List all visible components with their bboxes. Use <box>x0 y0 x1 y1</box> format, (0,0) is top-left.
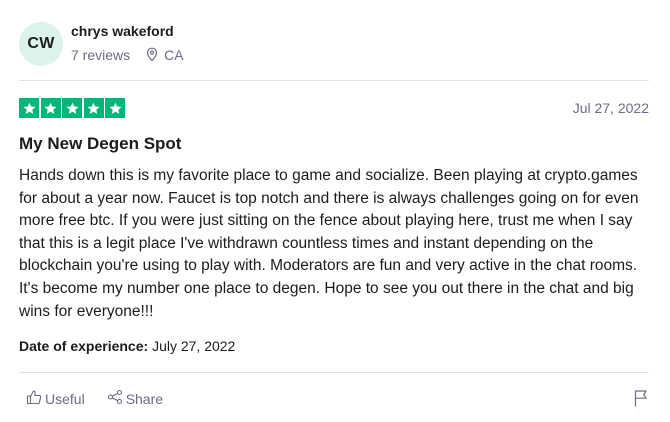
flag-icon[interactable] <box>633 389 649 412</box>
reviewer-name[interactable]: chrys wakeford <box>71 22 184 40</box>
star-icon <box>40 98 61 118</box>
reviewer-location: CA <box>164 46 184 63</box>
star-icon <box>62 98 82 118</box>
reviewer-meta: 7 reviews CA <box>71 46 184 64</box>
divider <box>19 372 649 373</box>
review-date: Jul 27, 2022 <box>572 100 649 116</box>
share-label: Share <box>125 390 164 407</box>
share-icon <box>107 389 126 408</box>
reviewer-info: chrys wakeford 7 reviews CA <box>71 22 184 64</box>
date-of-experience: Date of experience: July 27, 2022 <box>19 338 235 354</box>
star-icon <box>19 98 39 118</box>
share-button[interactable]: Share <box>107 389 163 408</box>
review-body: Hands down this is my favorite place to … <box>19 167 639 320</box>
reviewer-header: CW chrys wakeford 7 reviews CA <box>19 21 184 67</box>
experience-label: Date of experience: <box>19 338 149 354</box>
useful-button[interactable]: Useful <box>26 389 85 408</box>
avatar[interactable]: CW <box>19 22 63 66</box>
location-pin-icon <box>146 47 158 62</box>
thumbs-up-icon <box>26 389 45 408</box>
useful-label: Useful <box>45 390 85 407</box>
review-title[interactable]: My New Degen Spot <box>19 134 181 154</box>
star-icon <box>105 98 125 118</box>
star-icon <box>83 98 104 118</box>
review-count: 7 reviews <box>71 46 131 63</box>
review-actions: Useful Share <box>26 389 185 408</box>
star-rating <box>19 98 127 118</box>
experience-date: July 27, 2022 <box>152 338 236 354</box>
divider <box>19 80 649 81</box>
